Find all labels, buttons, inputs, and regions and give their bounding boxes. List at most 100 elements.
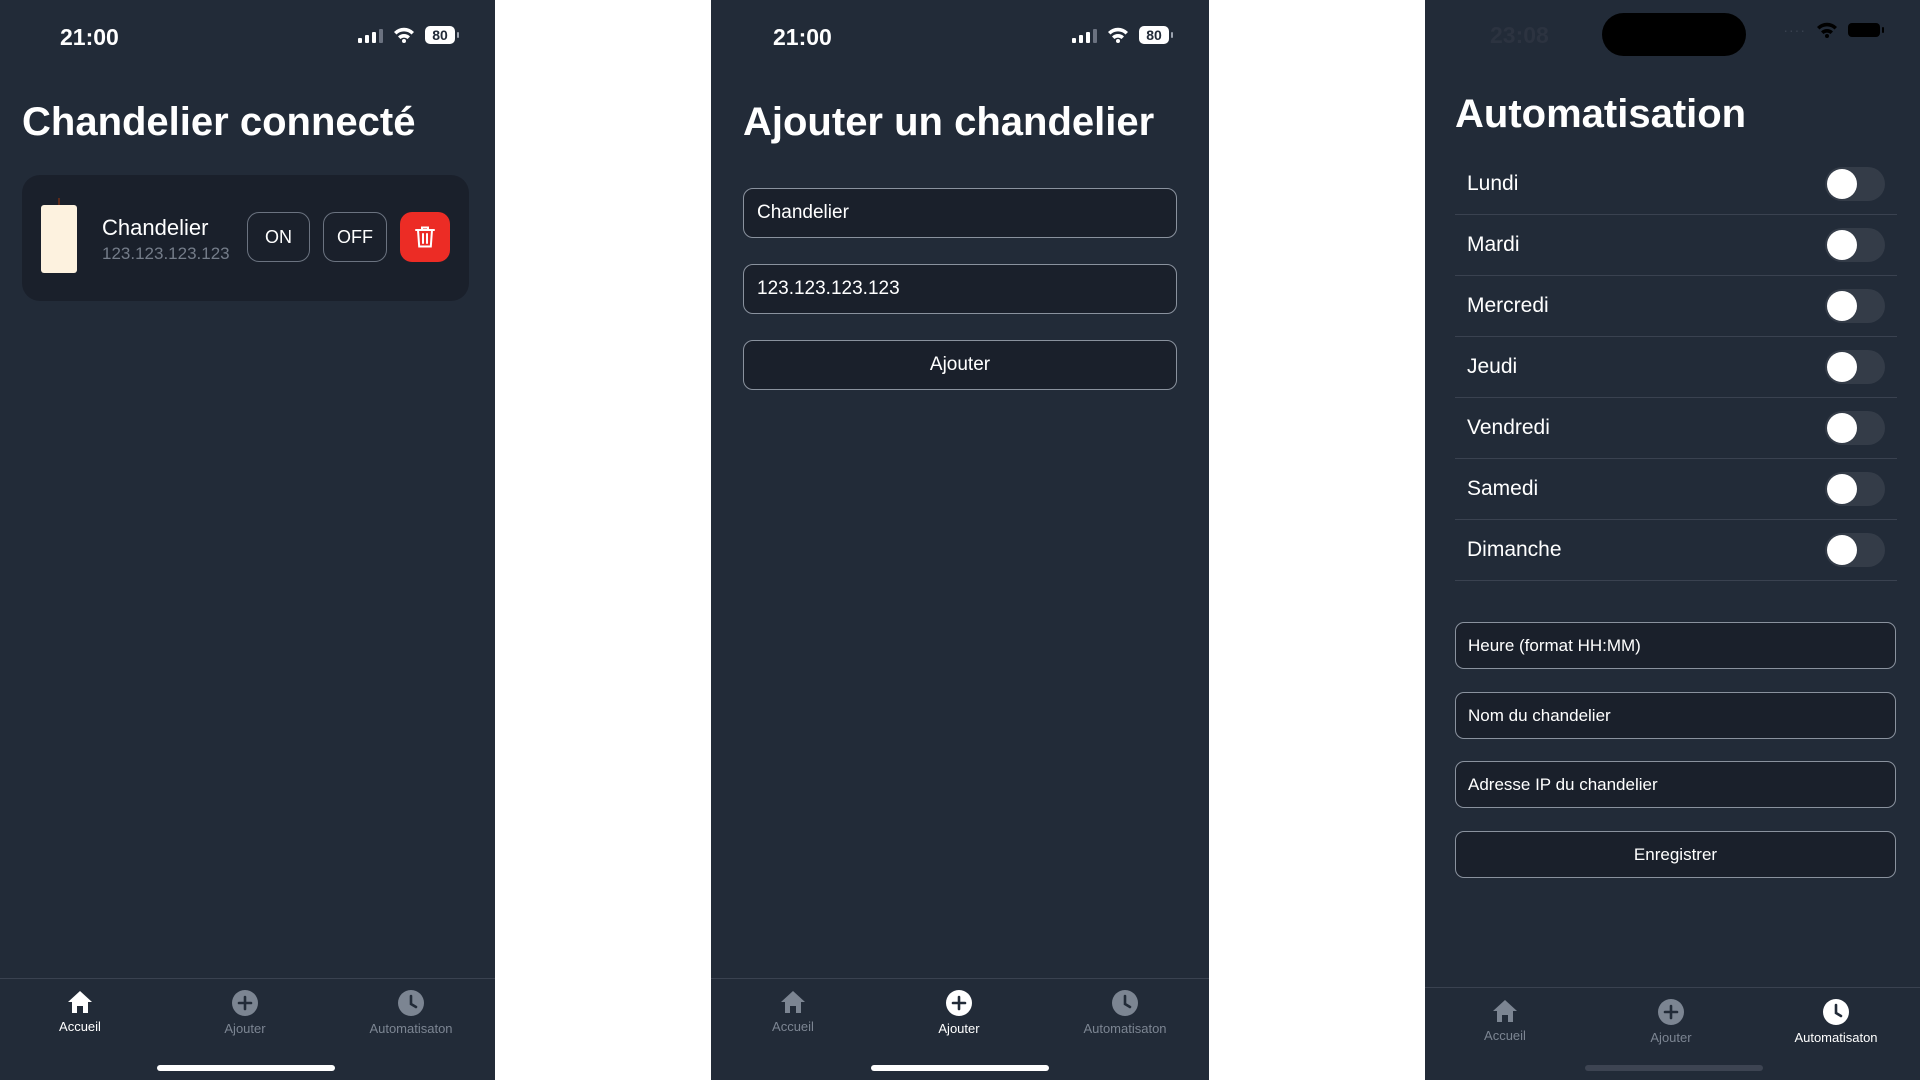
status-time: 23:08 — [1490, 22, 1549, 48]
on-button[interactable]: ON — [247, 212, 310, 262]
tab-automation[interactable]: Automatisaton — [1055, 989, 1195, 1036]
tab-home-label: Accueil — [772, 1019, 814, 1034]
device-ip: 123.123.123.123 — [102, 244, 230, 263]
cellular-signal-icon — [1072, 27, 1097, 43]
day-row-samedi: Samedi — [1455, 459, 1897, 520]
ip-input[interactable]: 123.123.123.123 — [743, 264, 1177, 314]
battery-icon: 80 — [425, 26, 459, 44]
tab-home[interactable]: Accueil — [1435, 998, 1575, 1043]
day-label: Samedi — [1467, 477, 1539, 500]
tab-automation-label: Automatisaton — [369, 1021, 453, 1036]
off-button[interactable]: OFF — [323, 212, 387, 262]
tab-automation-label: Automatisaton — [1083, 1021, 1167, 1036]
tab-add-label: Ajouter — [938, 1021, 980, 1036]
day-row-dimanche: Dimanche — [1455, 520, 1897, 581]
toggle-knob — [1827, 169, 1857, 199]
home-screen: 21:00 80 Chandelier connecté Chandelier … — [0, 0, 495, 1080]
clock-icon — [1823, 999, 1849, 1025]
battery-icon — [1848, 23, 1884, 37]
delete-button[interactable] — [400, 212, 450, 262]
tab-home[interactable]: Accueil — [10, 989, 150, 1034]
home-indicator[interactable] — [1585, 1065, 1763, 1071]
tab-automation-label: Automatisaton — [1794, 1030, 1878, 1045]
page-title: Chandelier connecté — [22, 100, 416, 144]
toggle-knob — [1827, 413, 1857, 443]
home-indicator[interactable] — [871, 1065, 1049, 1071]
status-bar: 23:08 ···· — [1425, 0, 1920, 70]
home-icon — [781, 991, 805, 1013]
tab-home[interactable]: Accueil — [723, 989, 863, 1034]
status-time: 21:00 — [773, 24, 832, 50]
plus-circle-icon — [946, 990, 972, 1016]
day-row-jeudi: Jeudi — [1455, 337, 1897, 398]
page-title: Automatisation — [1455, 92, 1747, 136]
wifi-icon — [1817, 22, 1837, 38]
page-title: Ajouter un chandelier — [743, 100, 1155, 144]
toggle-mardi[interactable] — [1825, 228, 1885, 262]
day-label: Lundi — [1467, 172, 1519, 195]
tab-automation[interactable]: Automatisaton — [341, 989, 481, 1036]
day-label: Jeudi — [1467, 355, 1518, 378]
status-bar: 21:00 80 — [0, 0, 495, 70]
toggle-mercredi[interactable] — [1825, 289, 1885, 323]
toggle-jeudi[interactable] — [1825, 350, 1885, 384]
tab-add-label: Ajouter — [224, 1021, 266, 1036]
chandelier-name-field[interactable]: Nom du chandelier — [1455, 692, 1896, 739]
tab-add-label: Ajouter — [1650, 1030, 1692, 1045]
tab-automation[interactable]: Automatisaton — [1766, 998, 1906, 1045]
trash-icon — [415, 226, 435, 248]
candle-icon — [41, 205, 77, 273]
tab-add[interactable]: Ajouter — [1601, 998, 1741, 1045]
battery-icon: 80 — [1139, 26, 1173, 44]
name-input[interactable]: Chandelier — [743, 188, 1177, 238]
tab-bar: Accueil Ajouter Automatisaton — [1425, 987, 1920, 1080]
toggle-knob — [1827, 291, 1857, 321]
add-button[interactable]: Ajouter — [743, 340, 1177, 390]
clock-icon — [398, 990, 424, 1016]
device-name: Chandelier — [102, 215, 209, 240]
tab-bar: Accueil Ajouter Automatisaton — [711, 978, 1209, 1080]
day-label: Mardi — [1467, 233, 1520, 256]
tab-bar: Accueil Ajouter Automatisaton — [0, 978, 495, 1080]
plus-circle-icon — [1658, 999, 1684, 1025]
status-time: 21:00 — [60, 24, 119, 50]
toggle-lundi[interactable] — [1825, 167, 1885, 201]
device-card: Chandelier 123.123.123.123 ON OFF — [22, 175, 469, 301]
save-button[interactable]: Enregistrer — [1455, 831, 1896, 878]
day-label: Vendredi — [1467, 416, 1550, 439]
home-indicator[interactable] — [157, 1065, 335, 1071]
day-row-lundi: Lundi — [1455, 154, 1897, 215]
clock-icon — [1112, 990, 1138, 1016]
wifi-icon — [1108, 27, 1128, 43]
toggle-knob — [1827, 535, 1857, 565]
chandelier-ip-field[interactable]: Adresse IP du chandelier — [1455, 761, 1896, 808]
home-icon — [1493, 1000, 1517, 1022]
toggle-knob — [1827, 474, 1857, 504]
candle-wick — [58, 198, 60, 205]
tab-add[interactable]: Ajouter — [889, 989, 1029, 1036]
automation-screen: 23:08 ···· Automatisation Lundi Mardi Me… — [1425, 0, 1920, 1080]
time-field[interactable]: Heure (format HH:MM) — [1455, 622, 1896, 669]
tab-home-label: Accueil — [59, 1019, 101, 1034]
plus-circle-icon — [232, 990, 258, 1016]
wifi-icon — [394, 27, 414, 43]
home-icon — [68, 991, 92, 1013]
day-label: Mercredi — [1467, 294, 1549, 317]
toggle-knob — [1827, 352, 1857, 382]
day-row-mercredi: Mercredi — [1455, 276, 1897, 337]
day-row-vendredi: Vendredi — [1455, 398, 1897, 459]
toggle-vendredi[interactable] — [1825, 411, 1885, 445]
day-row-mardi: Mardi — [1455, 215, 1897, 276]
toggle-knob — [1827, 230, 1857, 260]
signal-dots-icon: ···· — [1783, 22, 1806, 38]
status-bar: 21:00 80 — [711, 0, 1209, 70]
days-list: Lundi Mardi Mercredi Jeudi Vendredi Same… — [1455, 154, 1897, 581]
cellular-signal-icon — [358, 27, 383, 43]
add-screen: 21:00 80 Ajouter un chandelier Chandelie… — [711, 0, 1209, 1080]
tab-add[interactable]: Ajouter — [175, 989, 315, 1036]
toggle-dimanche[interactable] — [1825, 533, 1885, 567]
dynamic-island — [1602, 13, 1746, 56]
toggle-samedi[interactable] — [1825, 472, 1885, 506]
day-label: Dimanche — [1467, 538, 1562, 561]
tab-home-label: Accueil — [1484, 1028, 1526, 1043]
